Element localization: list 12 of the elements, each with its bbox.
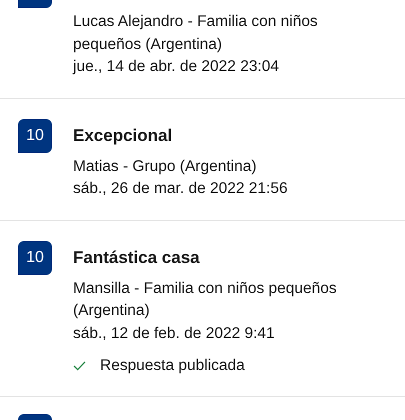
score-badge: 10 — [18, 118, 52, 152]
response-status: Respuesta publicada — [100, 357, 245, 375]
review-title: Excepcional — [73, 126, 172, 146]
reviewer-info: Lucas Alejandro - Familia con niños pequeños (Argentina) — [73, 12, 319, 54]
review-date: jue., 14 de abr. de 2022 23:04 — [73, 57, 280, 77]
reviewer-info: Matias - Grupo (Argentina) — [73, 156, 258, 176]
reviewer-info: Mansilla - Familia con niños pequeños (Argentina) — [73, 278, 338, 321]
checkmark-icon — [73, 361, 86, 371]
score-badge: 10 — [18, 240, 52, 274]
review-date: sáb., 12 de feb. de 2022 9:41 — [73, 324, 276, 344]
review-date: sáb., 26 de mar. de 2022 21:56 — [73, 179, 289, 199]
review-title: Fantástica casa — [73, 248, 200, 268]
